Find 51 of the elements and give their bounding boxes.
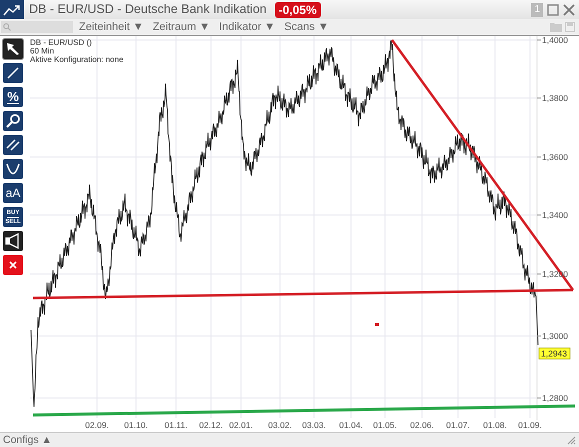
tool-button[interactable] — [3, 135, 23, 155]
tool-button[interactable] — [3, 111, 23, 131]
x-tick-label: 01.05. — [373, 420, 397, 430]
change-badge: -0,05% — [274, 2, 321, 18]
tool-button[interactable] — [3, 39, 23, 59]
tool-button[interactable] — [3, 159, 23, 179]
legend-text: Aktive Konfiguration: none — [30, 55, 124, 64]
y-tick-label: 1,4000 — [536, 36, 568, 45]
menu-button[interactable]: Indikator ▼ — [219, 22, 276, 32]
y-tick-label: 1,3000 — [536, 331, 568, 341]
configs-button[interactable]: Configs ▲ — [3, 434, 52, 446]
parallel-lines-icon — [5, 137, 21, 153]
line-icon — [5, 65, 21, 81]
search-icon — [5, 113, 21, 129]
y-tick-label: 1,2800 — [536, 393, 568, 403]
legend-text: 60 Min — [30, 46, 54, 56]
x-tick-label: 01.07. — [446, 420, 470, 430]
tool-button[interactable] — [3, 63, 23, 83]
curve-icon — [5, 161, 21, 177]
x-tick-label: 01.08. — [483, 420, 507, 430]
tool-button[interactable]: aA — [3, 183, 23, 203]
y-tick-label: 1,3400 — [536, 210, 568, 220]
legend-text: DB - EUR/USD () — [30, 38, 92, 47]
y-tick-label: 1,3600 — [536, 152, 568, 162]
panel-number: 1 — [531, 2, 543, 16]
close-icon — [8, 260, 18, 270]
x-tick-label: 01.10. — [124, 420, 148, 430]
x-tick-label: 01.04. — [339, 420, 363, 430]
y-tick-label: 1,3800 — [536, 93, 568, 103]
menu-button[interactable]: Zeiteinheit ▼ — [79, 22, 144, 32]
menu-button[interactable]: Zeitraum ▼ — [152, 22, 210, 32]
window-title: DB - EUR/USD - Deutsche Bank Indikation — [29, 1, 267, 18]
search-icon — [3, 23, 11, 31]
x-tick-label: 02.01. — [229, 420, 253, 430]
x-tick-label: 02.06. — [410, 420, 434, 430]
tool-button[interactable]: % — [3, 87, 23, 107]
search-field[interactable] — [1, 21, 73, 33]
x-tick-label: 01.09. — [518, 420, 542, 430]
chart-icon — [0, 0, 24, 19]
close-icon[interactable] — [563, 4, 575, 16]
menu-button[interactable]: Scans ▼ — [284, 22, 329, 32]
resize-grip-icon[interactable] — [567, 436, 576, 444]
tool-button[interactable] — [3, 231, 23, 251]
x-tick-label: 03.03. — [302, 420, 326, 430]
x-tick-label: 02.09. — [85, 420, 109, 430]
x-tick-label: 03.02. — [268, 420, 292, 430]
maximize-icon[interactable] — [547, 4, 559, 16]
x-tick-label: 02.12. — [199, 420, 223, 430]
x-tick-label: 01.11. — [164, 420, 188, 430]
last-price-label: 1,2943 — [538, 348, 570, 360]
pointer-icon — [5, 41, 21, 57]
